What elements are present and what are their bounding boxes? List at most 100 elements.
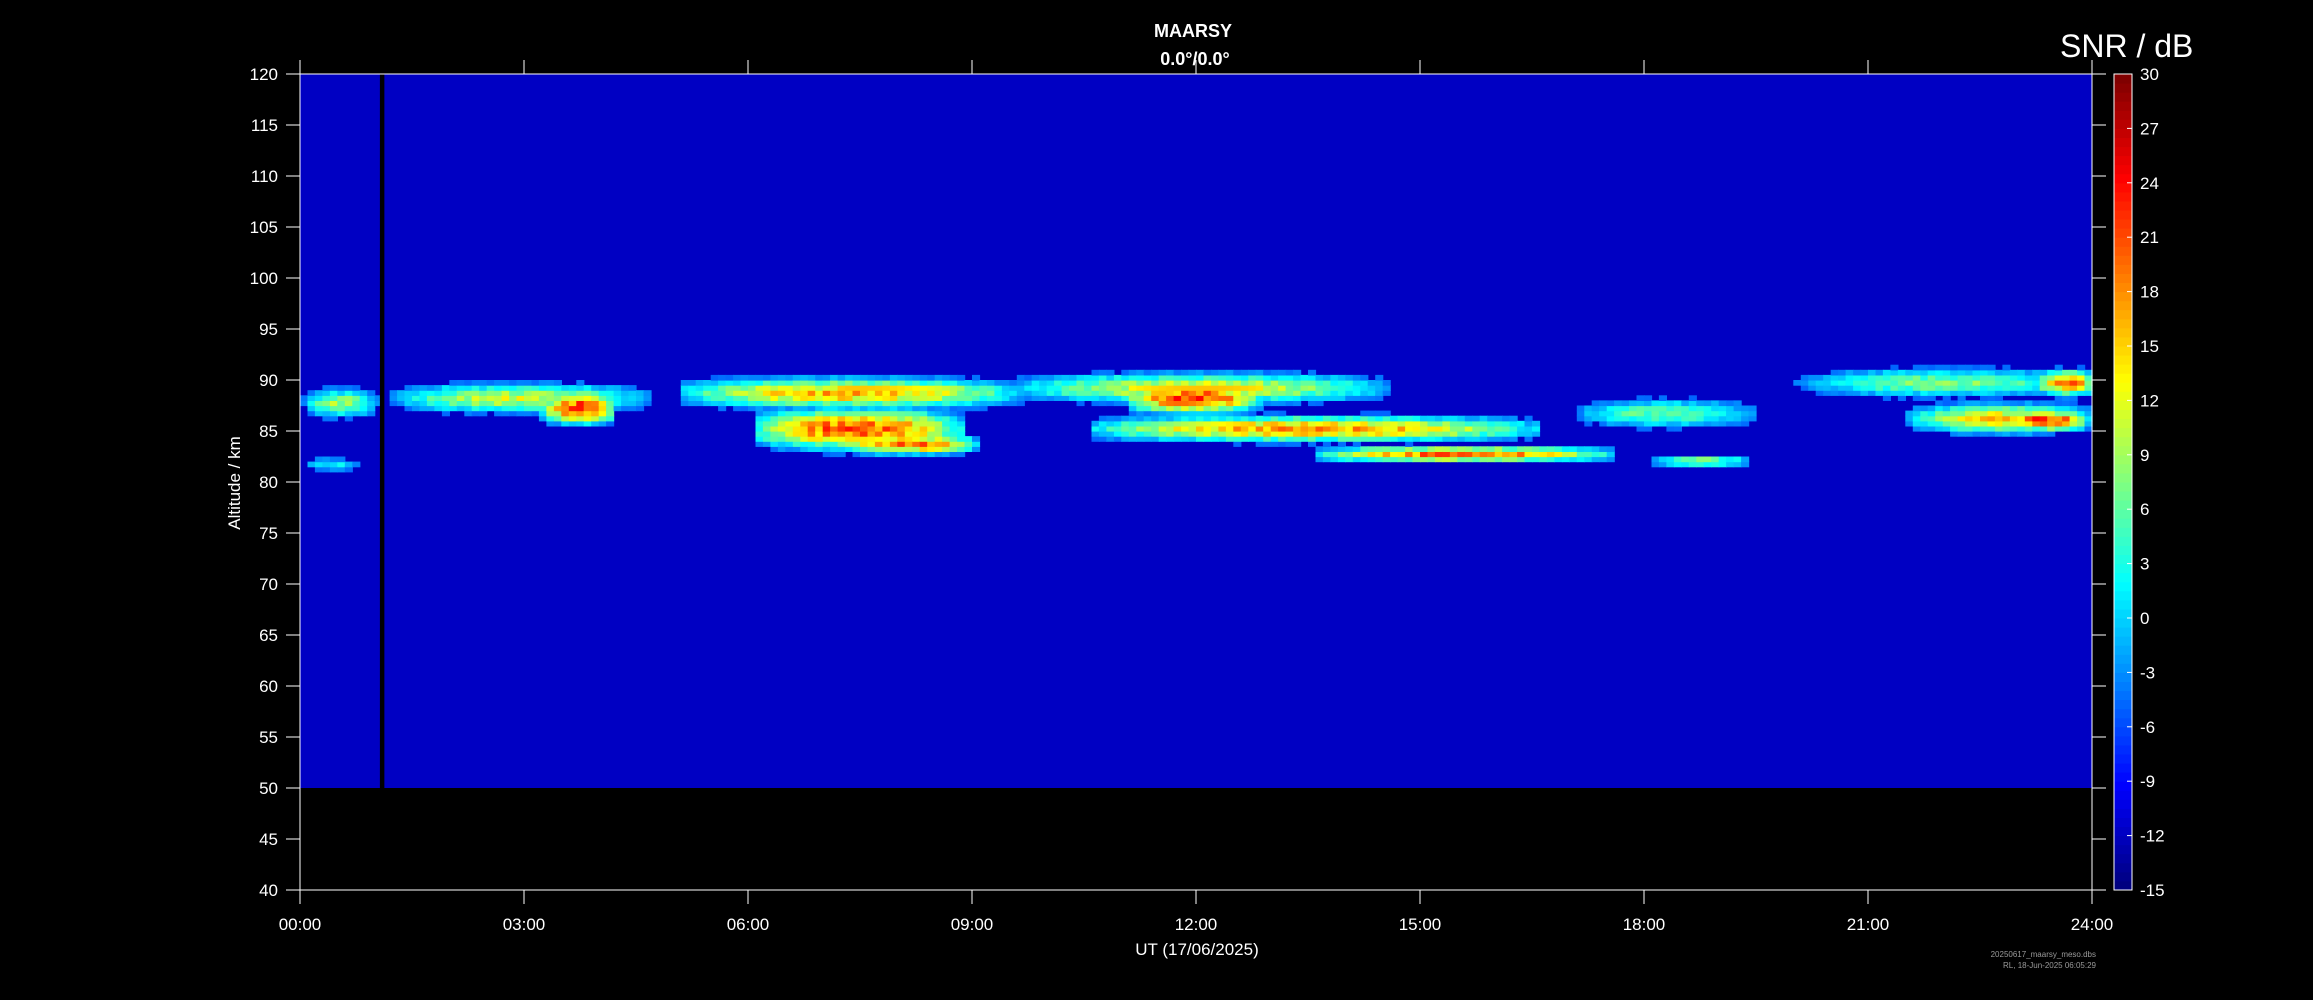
heatmap-cell	[1718, 405, 1727, 412]
heatmap-cell	[882, 451, 891, 458]
heatmap-cell	[1315, 451, 1324, 458]
heatmap-cell	[344, 405, 353, 412]
heatmap-cell	[695, 400, 704, 407]
heatmap-cell	[1375, 390, 1384, 396]
heatmap-cell	[807, 410, 816, 417]
heatmap-cell	[1599, 446, 1608, 452]
heatmap-cell	[830, 436, 839, 442]
heatmap-cell	[1390, 420, 1399, 427]
heatmap-cell	[1270, 415, 1279, 422]
heatmap-cell	[2047, 415, 2056, 422]
colorbar-segment	[2114, 146, 2132, 157]
heatmap-cell	[1151, 420, 1160, 427]
heatmap-cell	[912, 415, 921, 422]
heatmap-cell	[1143, 369, 1152, 376]
heatmap-cell	[2024, 425, 2033, 432]
heatmap-cell	[1158, 405, 1167, 412]
heatmap-cell	[441, 390, 450, 396]
heatmap-cell	[1248, 400, 1257, 407]
heatmap-cell	[1360, 436, 1369, 442]
heatmap-cell	[852, 451, 861, 458]
heatmap-cell	[583, 420, 592, 427]
heatmap-cell	[2047, 385, 2056, 391]
heatmap-cell	[972, 374, 981, 381]
heatmap-cell	[1143, 405, 1152, 412]
heatmap-cell	[972, 400, 981, 407]
heatmap-cell	[509, 405, 518, 412]
heatmap-cell	[1397, 420, 1406, 427]
heatmap-cell	[1554, 451, 1563, 458]
heatmap-cell	[2009, 385, 2018, 391]
heatmap-cell	[1300, 431, 1309, 437]
heatmap-cell	[1688, 461, 1697, 468]
colorbar-tick-label: -6	[2140, 718, 2155, 737]
heatmap-cell	[352, 395, 361, 401]
heatmap-cell	[434, 385, 443, 391]
heatmap-cell	[2069, 380, 2078, 386]
heatmap-cell	[1098, 385, 1107, 391]
heatmap-cell	[1106, 425, 1115, 432]
heatmap-cell	[1330, 374, 1339, 381]
heatmap-cell	[807, 431, 816, 437]
heatmap-cell	[733, 380, 742, 386]
heatmap-cell	[404, 400, 413, 407]
heatmap-cell	[860, 395, 869, 401]
heatmap-cell	[1367, 420, 1376, 427]
heatmap-cell	[822, 431, 831, 437]
heatmap-cell	[1210, 400, 1219, 407]
heatmap-cell	[874, 400, 883, 407]
heatmap-cell	[852, 431, 861, 437]
heatmap-cell	[1875, 380, 1884, 386]
colorbar-segment	[2114, 273, 2132, 284]
heatmap-cell	[852, 415, 861, 422]
heatmap-cell	[1405, 431, 1414, 437]
heatmap-cell	[1382, 436, 1391, 442]
heatmap-cell	[412, 405, 421, 412]
heatmap-cell	[1173, 400, 1182, 407]
heatmap-cell	[1957, 425, 1966, 432]
heatmap-cell	[1278, 369, 1287, 376]
heatmap-cell	[576, 405, 585, 412]
heatmap-cell	[919, 390, 928, 396]
heatmap-cell	[919, 436, 928, 442]
heatmap-cell	[785, 395, 794, 401]
heatmap-cell	[755, 400, 764, 407]
heatmap-cell	[1644, 410, 1653, 417]
colorbar-segment	[2114, 137, 2132, 148]
heatmap-cell	[1599, 420, 1608, 427]
heatmap-cell	[1457, 446, 1466, 452]
heatmap-cell	[777, 420, 786, 427]
heatmap-cell	[568, 410, 577, 417]
heatmap-cell	[957, 420, 966, 427]
heatmap-cell	[964, 385, 973, 391]
heatmap-cell	[1726, 461, 1735, 468]
heatmap-cell	[904, 420, 913, 427]
heatmap-cell	[1972, 400, 1981, 407]
heatmap-cell	[404, 395, 413, 401]
heatmap-cell	[1345, 431, 1354, 437]
heatmap-cell	[1957, 385, 1966, 391]
heatmap-cell	[1255, 425, 1264, 432]
heatmap-cell	[561, 415, 570, 422]
heatmap-cell	[830, 415, 839, 422]
heatmap-cell	[1248, 410, 1257, 417]
heatmap-cell	[1390, 451, 1399, 458]
heatmap-cell	[2062, 415, 2071, 422]
heatmap-cell	[1360, 456, 1369, 463]
heatmap-cell	[1688, 400, 1697, 407]
heatmap-cell	[1360, 390, 1369, 396]
heatmap-cell	[1106, 395, 1115, 401]
heatmap-cell	[1487, 436, 1496, 442]
heatmap-cell	[1965, 415, 1974, 422]
heatmap-cell	[412, 400, 421, 407]
heatmap-cell	[1472, 456, 1481, 463]
heatmap-cell	[770, 385, 779, 391]
colorbar-segment	[2114, 200, 2132, 211]
heatmap-cell	[1584, 451, 1593, 458]
colorbar-label: SNR / dB	[2060, 28, 2194, 64]
heatmap-cell	[1352, 415, 1361, 422]
heatmap-cell	[2062, 385, 2071, 391]
heatmap-cell	[1337, 415, 1346, 422]
heatmap-cell	[1069, 385, 1078, 391]
heatmap-cell	[613, 405, 622, 412]
